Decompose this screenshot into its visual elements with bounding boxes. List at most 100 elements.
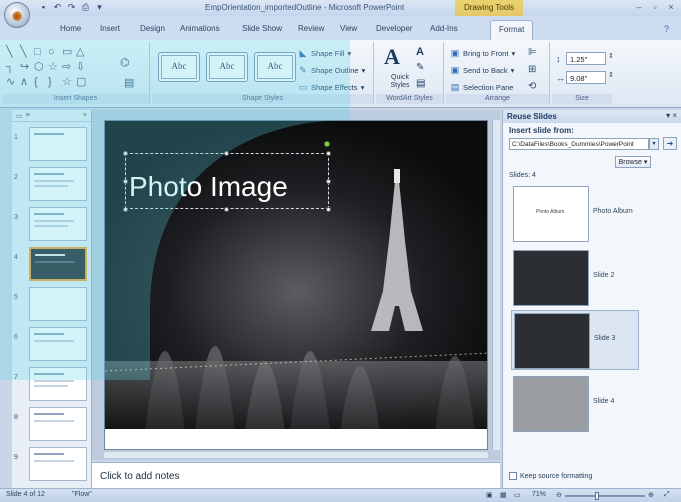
shape-effects-button[interactable]: ▭ Shape Effects ▾ — [298, 82, 365, 92]
fit-window-icon[interactable]: ⤢ — [664, 491, 670, 499]
source-path-field[interactable]: C:\DataFiles\Books_Dummies\PowerPoint — [509, 138, 649, 150]
slide-thumbnail[interactable] — [29, 287, 87, 321]
align-icon[interactable]: ⊫ — [528, 47, 537, 58]
vertical-scrollbar[interactable] — [492, 120, 500, 450]
slide-thumb-row[interactable]: 5 — [12, 286, 90, 324]
text-box-icon[interactable]: ▤ — [124, 76, 134, 89]
reuse-slide-item[interactable]: Photo Album Photo Album — [511, 184, 639, 244]
slide-thumbnail[interactable] — [29, 327, 87, 361]
tab-view[interactable]: View — [340, 24, 357, 33]
tab-format[interactable]: Format — [490, 20, 534, 40]
slide-thumb-row[interactable]: 8 — [12, 406, 90, 444]
freeform-shape-icon[interactable]: ∧ — [20, 76, 33, 88]
close-panel-icon[interactable]: × — [83, 112, 87, 119]
text-outline-icon[interactable]: ✎ — [416, 62, 424, 73]
tab-developer[interactable]: Developer — [376, 24, 412, 33]
tab-slide-show[interactable]: Slide Show — [242, 24, 282, 33]
redo-icon[interactable]: ↷ — [66, 2, 77, 13]
triangle-shape-icon[interactable]: △ — [76, 46, 89, 58]
resize-handle[interactable] — [326, 207, 331, 212]
bring-to-front-button[interactable]: ▣ Bring to Front ▾ — [450, 48, 515, 58]
outline-tab-icon[interactable]: ≡ — [26, 112, 30, 119]
zoom-in-icon[interactable]: ⊕ — [648, 491, 654, 499]
right-arrow-shape-icon[interactable]: ⇨ — [62, 61, 75, 73]
width-spin-icon[interactable]: ⇕ — [608, 71, 614, 79]
reuse-slide-item[interactable]: Slide 4 — [511, 374, 639, 434]
height-spin-icon[interactable]: ⇕ — [608, 52, 614, 60]
slide-title[interactable]: Photo Image — [129, 171, 288, 203]
shape-style-2[interactable]: Abc — [206, 52, 248, 82]
rotate-icon[interactable]: ⟲ — [528, 81, 536, 92]
reuse-slide-item[interactable]: Slide 2 — [511, 248, 639, 308]
resize-handle[interactable] — [326, 151, 331, 156]
slide-thumb-row[interactable]: 3 — [12, 206, 90, 244]
slide-sorter-icon[interactable]: ▦ — [500, 491, 507, 499]
quick-styles-button[interactable]: Quick Styles — [382, 74, 418, 90]
close-pane-icon[interactable]: ▾ × — [666, 111, 677, 120]
resize-handle[interactable] — [224, 151, 229, 156]
tab-design[interactable]: Design — [140, 24, 165, 33]
zoom-level[interactable]: 71% — [532, 491, 546, 498]
resize-handle[interactable] — [123, 207, 128, 212]
shape-fill-button[interactable]: ◣ Shape Fill ▾ — [298, 48, 352, 58]
zoom-slider-knob[interactable] — [595, 492, 599, 500]
maximize-button[interactable]: ▫ — [649, 2, 661, 12]
normal-view-icon[interactable]: ▣ — [486, 491, 493, 499]
notes-pane[interactable]: Click to add notes — [92, 462, 500, 488]
zoom-out-icon[interactable]: ⊖ — [556, 491, 562, 499]
curve-shape-icon[interactable]: ∿ — [6, 76, 19, 88]
star-small-shape-icon[interactable]: ☆ — [62, 76, 75, 88]
brace-shape-icon[interactable]: { — [34, 76, 47, 88]
rotation-handle[interactable] — [324, 141, 330, 147]
slide-thumb-row[interactable]: 6 — [12, 326, 90, 364]
help-icon[interactable]: ? — [664, 24, 669, 34]
slide-thumbnail[interactable] — [29, 367, 87, 401]
slide-thumb-row[interactable]: 1 — [12, 126, 90, 164]
office-button[interactable]: ◉ — [4, 2, 30, 28]
shape-height-input[interactable]: 1.25" — [566, 52, 606, 65]
star-shape-icon[interactable]: ☆ — [48, 61, 61, 73]
down-arrow-shape-icon[interactable]: ⇩ — [76, 61, 89, 73]
shapes-gallery[interactable]: ╲ ╲ □ ○ ▭ △ ┐ ↪ ⬡ ☆ ⇨ ⇩ ∿ ∧ { } ☆ ▢ — [6, 46, 89, 88]
send-to-back-button[interactable]: ▣ Send to Back ▾ — [450, 65, 515, 75]
slide-thumb-row[interactable]: 7 — [12, 366, 90, 404]
current-slide[interactable]: Photo Image — [104, 120, 488, 450]
path-dropdown-icon[interactable]: ▾ — [649, 138, 659, 150]
wordart-a-icon[interactable]: A — [384, 44, 400, 70]
tab-home[interactable]: Home — [60, 24, 81, 33]
shape-style-1[interactable]: Abc — [158, 52, 200, 82]
slide-thumbnail[interactable] — [29, 447, 87, 481]
selection-pane-button[interactable]: ▤ Selection Pane — [450, 82, 514, 92]
slides-tab-icon[interactable]: ▭ — [16, 112, 23, 120]
save-icon[interactable]: ▪ — [38, 2, 49, 13]
tab-animations[interactable]: Animations — [180, 24, 220, 33]
shape-width-input[interactable]: 9.08" — [566, 71, 606, 84]
slide-show-icon[interactable]: ▭ — [514, 491, 521, 499]
text-effects-icon[interactable]: ▤ — [416, 78, 425, 89]
customize-qat-icon[interactable]: ▾ — [94, 2, 105, 13]
tab-insert[interactable]: Insert — [100, 24, 120, 33]
resize-handle[interactable] — [326, 179, 331, 184]
slide-thumbnail[interactable] — [29, 127, 87, 161]
resize-handle[interactable] — [123, 151, 128, 156]
print-icon[interactable]: ⎙ — [80, 2, 91, 13]
keep-formatting-checkbox[interactable] — [509, 472, 517, 480]
minimize-button[interactable]: – — [633, 2, 645, 12]
slide-thumbnail[interactable] — [29, 407, 87, 441]
shape-outline-button[interactable]: ✎ Shape Outline ▾ — [298, 65, 365, 75]
slide-thumb-row[interactable]: 4 — [12, 246, 90, 284]
elbow-connector-icon[interactable]: ┐ — [6, 61, 19, 73]
group-icon[interactable]: ⊞ — [528, 64, 536, 75]
curved-connector-icon[interactable]: ↪ — [20, 61, 33, 73]
brace-right-shape-icon[interactable]: } — [48, 76, 61, 88]
tab-add-ins[interactable]: Add-Ins — [430, 24, 458, 33]
arrow-line-shape-icon[interactable]: ╲ — [20, 46, 33, 58]
slide-thumb-row[interactable]: 9 — [12, 446, 90, 484]
hexagon-shape-icon[interactable]: ⬡ — [34, 61, 47, 73]
oval-shape-icon[interactable]: ○ — [48, 46, 61, 58]
go-arrow-button[interactable]: ➔ — [663, 137, 677, 150]
reuse-slide-item-selected[interactable]: Slide 3 — [511, 310, 639, 370]
rounded-rect-shape-icon[interactable]: ▭ — [62, 46, 75, 58]
resize-handle[interactable] — [123, 179, 128, 184]
line-shape-icon[interactable]: ╲ — [6, 46, 19, 58]
